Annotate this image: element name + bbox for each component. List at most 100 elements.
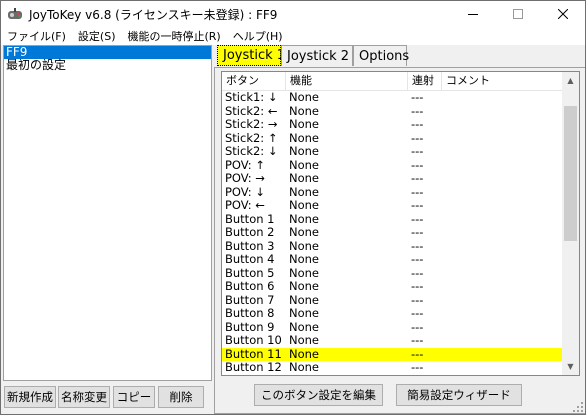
row-comment-cell — [442, 280, 562, 294]
new-profile-button[interactable]: 新規作成 — [4, 386, 56, 408]
setup-wizard-button[interactable]: 簡易設定ウィザード — [396, 384, 522, 406]
menu-help[interactable]: ヘルプ(H) — [227, 28, 289, 44]
scroll-thumb[interactable] — [564, 106, 577, 241]
row-rapid-cell: --- — [411, 347, 424, 361]
row-comment-cell — [442, 132, 562, 146]
row-function-cell: None — [289, 226, 320, 239]
row-button-cell: Stick2: ↓ — [225, 145, 278, 158]
row-comment-cell — [442, 321, 562, 335]
list-row[interactable]: Stick2: ← None --- — [222, 105, 562, 119]
row-function-cell: None — [289, 334, 320, 347]
row-function-cell: None — [289, 280, 320, 293]
delete-profile-button[interactable]: 削除 — [158, 386, 204, 408]
list-row[interactable]: Button 2 None --- — [222, 226, 562, 240]
row-button-cell: Button 1 — [225, 212, 275, 226]
column-header-function[interactable]: 機能 — [286, 72, 408, 90]
close-button[interactable] — [540, 1, 585, 27]
app-window: JoyToKey v6.8 (ライセンスキー未登録) : FF9 ファイル(F)… — [0, 0, 586, 415]
list-row[interactable]: Stick2: ↓ None --- — [222, 145, 562, 159]
tab-options[interactable]: Options — [353, 45, 409, 66]
row-comment-cell — [442, 334, 562, 348]
row-function-cell: None — [289, 307, 320, 320]
list-row[interactable]: Button 5 None --- — [222, 267, 562, 281]
row-rapid-cell: --- — [411, 361, 424, 374]
row-button-cell: POV: → — [225, 172, 265, 185]
row-rapid-cell: --- — [411, 239, 424, 253]
row-function-cell: None — [289, 199, 320, 212]
rename-profile-button[interactable]: 名称変更 — [58, 386, 110, 408]
joystick-icon — [8, 8, 22, 19]
list-row[interactable]: Button 8 None --- — [222, 307, 562, 321]
row-rapid-cell: --- — [411, 293, 424, 307]
row-function-cell: None — [289, 212, 320, 226]
list-row[interactable]: Stick1: ↓ None --- — [222, 91, 562, 105]
menu-bar: ファイル(F) 設定(S) 機能の一時停止(R) ヘルプ(H) — [1, 27, 585, 46]
tab-joystick-1[interactable]: Joystick 1 — [217, 45, 285, 66]
list-row[interactable]: POV: ← None --- — [222, 199, 562, 213]
row-button-cell: Button 9 — [225, 320, 275, 334]
row-function-cell: None — [289, 320, 320, 334]
row-rapid-cell: --- — [411, 118, 424, 131]
close-icon — [557, 9, 568, 19]
row-comment-cell — [442, 118, 562, 132]
row-comment-cell — [442, 307, 562, 321]
maximize-icon — [512, 9, 523, 19]
profile-list: FF9 最初の設定 — [3, 45, 212, 381]
edit-button-config-button[interactable]: このボタン設定を編集 — [254, 384, 383, 406]
window-title: JoyToKey v6.8 (ライセンスキー未登録) : FF9 — [29, 8, 278, 22]
list-row[interactable]: POV: ↑ None --- — [222, 159, 562, 173]
list-row[interactable]: Button 4 None --- — [222, 253, 562, 267]
row-rapid-cell: --- — [411, 104, 424, 118]
row-button-cell: Button 5 — [225, 266, 275, 280]
row-function-cell: None — [289, 266, 320, 280]
list-row[interactable]: Button 9 None --- — [222, 321, 562, 335]
minimize-button[interactable] — [450, 1, 495, 27]
scroll-down-icon[interactable]: ▼ — [562, 358, 579, 375]
row-comment-cell — [442, 172, 562, 186]
tab-joystick-2[interactable]: Joystick 2 — [281, 45, 353, 66]
list-row[interactable]: Button 6 None --- — [222, 280, 562, 294]
list-row[interactable]: Button 10 None --- — [222, 334, 562, 348]
row-rapid-cell: --- — [411, 145, 424, 158]
list-row[interactable]: POV: ↓ None --- — [222, 186, 562, 200]
menu-settings[interactable]: 設定(S) — [72, 28, 122, 44]
vertical-scrollbar[interactable]: ▲ ▼ — [562, 72, 579, 375]
list-row[interactable]: Button 12 None --- — [222, 361, 562, 375]
list-row[interactable]: Button 7 None --- — [222, 294, 562, 308]
resize-grip-icon[interactable] — [572, 401, 584, 413]
row-button-cell: Stick2: ← — [225, 104, 278, 118]
row-function-cell: None — [289, 347, 320, 361]
menu-pause[interactable]: 機能の一時停止(R) — [122, 28, 227, 44]
row-button-cell: Button 10 — [225, 334, 282, 347]
row-button-cell: Stick2: → — [225, 118, 278, 131]
list-row[interactable]: Button 1 None --- — [222, 213, 562, 227]
row-rapid-cell: --- — [411, 158, 424, 172]
list-row[interactable]: Stick2: → None --- — [222, 118, 562, 132]
row-rapid-cell: --- — [411, 199, 424, 212]
row-comment-cell — [442, 294, 562, 308]
column-header-rapid-fire[interactable]: 連射 — [408, 72, 442, 90]
menu-file[interactable]: ファイル(F) — [1, 28, 72, 44]
maximize-button[interactable] — [495, 1, 540, 27]
copy-profile-button[interactable]: コピー — [113, 386, 155, 408]
button-assignment-list[interactable]: ボタン 機能 連射 コメント Stick1: ↓ None --- Stick2: ←… — [221, 71, 580, 376]
row-comment-cell — [442, 253, 562, 267]
row-rapid-cell: --- — [411, 185, 424, 199]
row-button-cell: Button 2 — [225, 226, 275, 239]
row-comment-cell — [442, 267, 562, 281]
scroll-up-icon[interactable]: ▲ — [562, 72, 579, 89]
list-row[interactable]: POV: → None --- — [222, 172, 562, 186]
row-rapid-cell: --- — [411, 280, 424, 293]
row-rapid-cell: --- — [411, 91, 424, 104]
row-comment-cell — [442, 145, 562, 159]
list-row[interactable]: Button 3 None --- — [222, 240, 562, 254]
list-row[interactable]: Button 11 None --- — [222, 347, 562, 361]
row-function-cell: None — [289, 253, 320, 266]
column-header-button[interactable]: ボタン — [222, 72, 286, 90]
column-header-comment[interactable]: コメント — [442, 72, 562, 90]
row-function-cell: None — [289, 239, 320, 253]
row-rapid-cell: --- — [411, 131, 424, 145]
row-function-cell: None — [289, 91, 320, 104]
profile-item[interactable]: 最初の設定 — [4, 59, 211, 72]
list-row[interactable]: Stick2: ↑ None --- — [222, 132, 562, 146]
